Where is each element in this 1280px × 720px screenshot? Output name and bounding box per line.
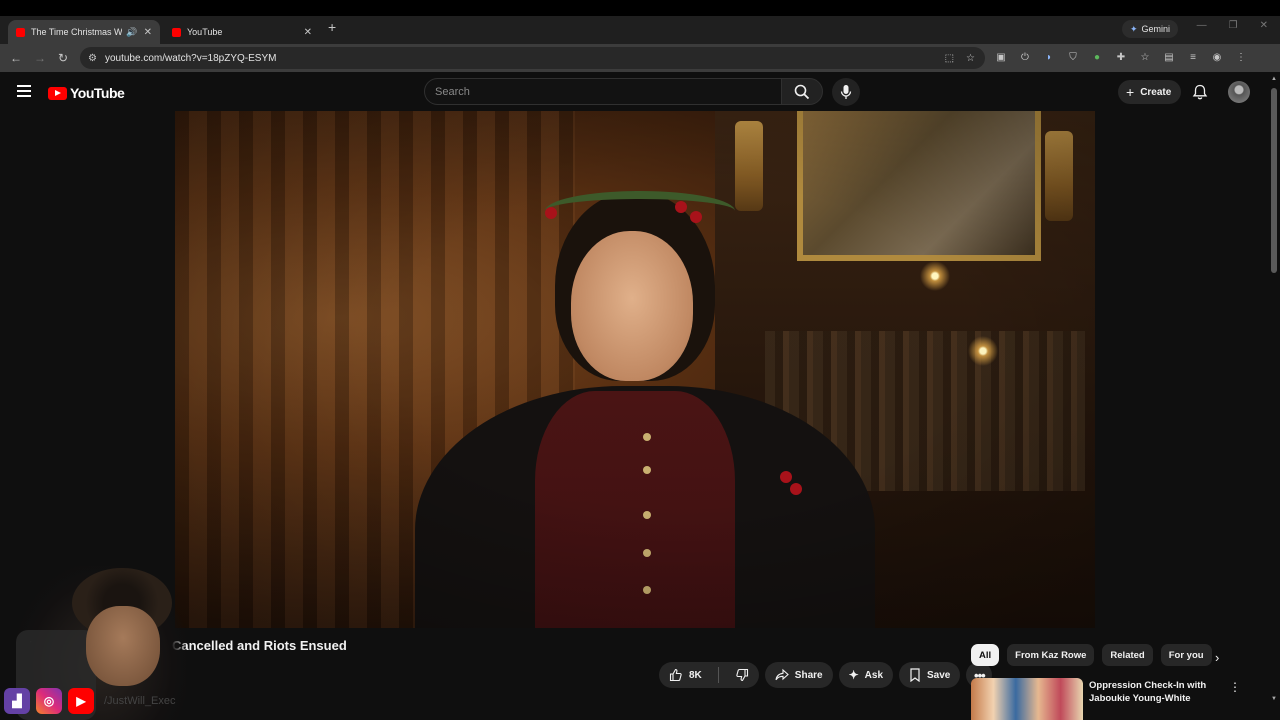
bookmark-star-icon[interactable]: ☆ [966, 53, 975, 64]
speaker-icon[interactable]: 🔊 [126, 27, 137, 38]
notifications-bell-icon[interactable] [1192, 84, 1208, 100]
url-text: youtube.com/watch?v=18pZYQ-ESYM [104, 52, 277, 64]
like-dislike-group: 8K [659, 662, 759, 688]
gift-icon[interactable]: ▣ [996, 52, 1006, 63]
tab-title: The Time Christmas Was Ca [31, 27, 123, 37]
video-player[interactable] [175, 111, 1095, 628]
streamer-handle: /JustWill_Exec [104, 695, 176, 707]
more-vertical-icon[interactable]: ⋮ [1229, 680, 1241, 694]
youtube-play-icon [48, 86, 67, 100]
power-icon[interactable]: ⏻ [1020, 52, 1030, 63]
social-overlay: ▟ ◎ ▶ /JustWill_Exec [4, 688, 176, 714]
instagram-icon: ◎ [36, 688, 62, 714]
search-button[interactable] [781, 78, 823, 105]
recommended-video[interactable]: Oppression Check-In with Jaboukie Young-… [971, 678, 1251, 720]
thumbs-up-icon [669, 668, 682, 682]
install-app-icon[interactable]: ⬚ [945, 53, 954, 64]
address-bar[interactable]: ⚙ youtube.com/watch?v=18pZYQ-ESYM ⬚ ☆ [80, 47, 985, 69]
search-icon [794, 84, 810, 99]
forward-icon[interactable]: → [34, 51, 46, 65]
profile-icon[interactable]: ◉ [1212, 52, 1222, 63]
microphone-icon [840, 85, 852, 99]
sparkle-icon: ✦ [848, 668, 859, 682]
audio-icon[interactable]: ◗ [1044, 52, 1054, 63]
share-icon [775, 668, 789, 681]
close-window-icon[interactable]: ✕ [1260, 20, 1268, 31]
window-controls: — ❐ ✕ [1197, 20, 1268, 31]
tab-youtube[interactable]: YouTube ✕ [164, 20, 320, 44]
site-info-icon[interactable]: ⚙ [88, 53, 97, 64]
video-actions: 8K Share ✦ Ask Save ••• [659, 662, 993, 688]
like-button[interactable]: 8K [659, 662, 712, 688]
gemini-button[interactable]: ✦ Gemini [1122, 20, 1179, 38]
minimize-icon[interactable]: — [1197, 20, 1207, 31]
chip-for-you[interactable]: For you [1160, 644, 1212, 666]
page-scrollbar-thumb[interactable] [1271, 88, 1277, 273]
share-label: Share [794, 669, 823, 681]
create-label: Create [1140, 86, 1172, 98]
related-filter-chips: All From Kaz Rowe Related For you [971, 644, 1212, 666]
save-label: Save [927, 669, 951, 681]
divider [717, 667, 719, 683]
menu-icon[interactable]: ⋮ [1236, 52, 1246, 63]
shield-icon[interactable]: ⛉ [1068, 52, 1078, 63]
youtube-favicon-icon [172, 27, 181, 37]
youtube-favicon-icon [16, 27, 25, 37]
browser-toolbar: ← → ↻ ⚙ youtube.com/watch?v=18pZYQ-ESYM … [0, 44, 1280, 72]
extension-green-icon[interactable]: ● [1092, 52, 1102, 63]
bookmark-icon [910, 668, 920, 682]
maximize-icon[interactable]: ❐ [1229, 20, 1238, 31]
new-tab-button[interactable]: + [328, 19, 336, 35]
recommended-video-title[interactable]: Oppression Check-In with Jaboukie Young-… [1089, 679, 1219, 705]
ask-button[interactable]: ✦ Ask [838, 662, 894, 688]
browser-tab-strip: The Time Christmas Was Ca 🔊 ✕ YouTube ✕ [0, 16, 1280, 44]
chip-from-kaz-rowe[interactable]: From Kaz Rowe [1007, 644, 1095, 666]
extensions-area: ▣ ⏻ ◗ ⛉ ● ✚ ☆ ▤ ≡ ◉ ⋮ [996, 52, 1246, 63]
puzzle-icon[interactable]: ✚ [1116, 52, 1126, 63]
youtube-header: YouTube + Create [0, 72, 1280, 112]
search-input[interactable] [435, 85, 781, 98]
screen-top-edge [0, 0, 1280, 16]
webcam-head [86, 606, 160, 686]
close-icon[interactable]: ✕ [304, 27, 312, 38]
thumbs-down-icon [736, 668, 748, 682]
youtube-icon: ▶ [68, 688, 94, 714]
voice-search-button[interactable] [832, 78, 860, 106]
scroll-up-icon[interactable]: ▲ [1271, 76, 1277, 82]
chip-all[interactable]: All [971, 644, 1000, 666]
reading-list-icon[interactable]: ▤ [1164, 52, 1174, 63]
ask-label: Ask [864, 669, 884, 681]
save-button[interactable]: Save [899, 662, 961, 688]
twitch-icon: ▟ [4, 688, 30, 714]
dislike-button[interactable] [725, 662, 759, 688]
tab-video[interactable]: The Time Christmas Was Ca 🔊 ✕ [8, 20, 160, 44]
video-thumbnail[interactable] [971, 678, 1083, 720]
sparkle-icon: ✦ [1130, 23, 1138, 34]
plus-icon: + [1126, 84, 1135, 100]
hamburger-menu-icon[interactable] [17, 85, 31, 97]
reload-icon[interactable]: ↻ [58, 51, 68, 65]
chevron-right-icon[interactable]: › [1215, 650, 1219, 665]
media-icon[interactable]: ≡ [1188, 52, 1198, 63]
tab-title: YouTube [187, 27, 223, 37]
share-button[interactable]: Share [764, 662, 833, 688]
youtube-logo-text: YouTube [70, 85, 125, 101]
chip-related[interactable]: Related [1102, 644, 1153, 666]
gemini-label: Gemini [1141, 24, 1171, 34]
account-avatar[interactable] [1228, 81, 1250, 103]
create-button[interactable]: + Create [1118, 80, 1182, 104]
video-vignette [175, 111, 1095, 628]
back-icon[interactable]: ← [10, 51, 22, 65]
close-icon[interactable]: ✕ [144, 27, 152, 38]
bookmarks-icon[interactable]: ☆ [1140, 52, 1150, 63]
youtube-logo[interactable]: YouTube [48, 85, 125, 101]
scroll-down-icon[interactable]: ▼ [1271, 696, 1277, 702]
search-box [424, 78, 782, 105]
like-count: 8K [689, 669, 702, 681]
